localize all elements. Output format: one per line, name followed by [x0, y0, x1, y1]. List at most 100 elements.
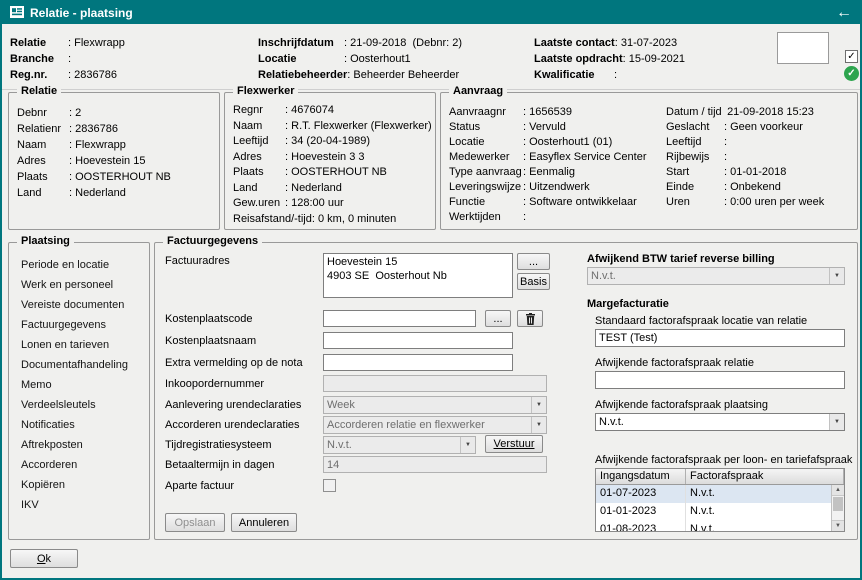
- aparte-factuur-checkbox[interactable]: [323, 479, 336, 492]
- sidebar-item[interactable]: Werk en personeel: [21, 275, 147, 295]
- chevron-down-icon: ▼: [531, 397, 546, 413]
- info-row: Datum / tijd21-09-2018 15:23: [666, 105, 856, 120]
- kostenplaatsnaam-label: Kostenplaatsnaam: [165, 335, 256, 347]
- factuuradres-more-button[interactable]: ...: [517, 253, 550, 270]
- sidebar-item[interactable]: IKV: [21, 495, 147, 515]
- info-row: FunctieSoftware ontwikkelaar: [449, 195, 664, 210]
- info-row: Uren0:00 uren per week: [666, 195, 856, 210]
- header-summary: RelatieFlexwrappBrancheReg.nr.2836786 In…: [2, 24, 860, 90]
- relatie-groupbox: Relatie Debnr2Relatienr2836786NaamFlexwr…: [8, 92, 220, 230]
- accorderen-label: Accorderen urendeclaraties: [165, 419, 300, 431]
- btw-select: N.v.t. ▼: [587, 267, 845, 285]
- info-row: AdresHoevestein 15: [17, 153, 215, 169]
- factuuradres-basis-button[interactable]: Basis: [517, 273, 550, 290]
- annuleren-button[interactable]: Annuleren: [231, 513, 297, 532]
- header-row: Reg.nr.2836786: [10, 67, 125, 83]
- sidebar-item[interactable]: Accorderen: [21, 455, 147, 475]
- margefacturatie-label: Margefacturatie: [587, 298, 669, 310]
- accorderen-select: Accorderen relatie en flexwerker ▼: [323, 416, 547, 434]
- factuurgegevens-group-title: Factuurgegevens: [163, 235, 262, 247]
- back-arrow-icon[interactable]: ←: [836, 5, 852, 21]
- aanvraag-groupbox: Aanvraag Aanvraagnr1656539StatusVervuldL…: [440, 92, 858, 230]
- sidebar-item[interactable]: Periode en locatie: [21, 255, 147, 275]
- header-row: LocatieOosterhout1: [258, 51, 462, 67]
- info-row: PlaatsOOSTERHOUT NB: [233, 165, 431, 181]
- kostenplaatsnaam-input[interactable]: [323, 332, 513, 349]
- aanvraag-left-rows: Aanvraagnr1656539StatusVervuldLocatieOos…: [449, 105, 664, 225]
- kostenplaatscode-input[interactable]: [323, 310, 476, 327]
- kostenplaatscode-more-button[interactable]: ...: [485, 310, 511, 327]
- header-row: RelatieFlexwrapp: [10, 35, 125, 51]
- tijdregistratie-select: N.v.t. ▼: [323, 436, 476, 454]
- verstuur-button[interactable]: Verstuur: [485, 435, 543, 453]
- info-row: Leeftijd: [666, 135, 856, 150]
- tarief-afspraak-label: Afwijkende factorafspraak per loon- en t…: [595, 454, 852, 466]
- sidebar-item[interactable]: Aftrekposten: [21, 435, 147, 455]
- flexwerker-groupbox: Flexwerker Regnr4676074NaamR.T. Flexwerk…: [224, 92, 436, 230]
- app-icon: [10, 5, 24, 22]
- header-checkbox[interactable]: ✓: [845, 50, 858, 63]
- info-row: Rijbewijs: [666, 150, 856, 165]
- photo-box: [777, 32, 829, 64]
- tijdregistratie-label: Tijdregistratiesysteem: [165, 439, 272, 451]
- info-row: Type aanvraagEenmalig: [449, 165, 664, 180]
- afwijkende-relatie-input[interactable]: [595, 371, 845, 389]
- aanlevering-label: Aanlevering urendeclaraties: [165, 399, 301, 411]
- table-row[interactable]: 01-08-2023N.v.t.: [596, 521, 844, 532]
- relatie-group-title: Relatie: [17, 85, 61, 97]
- info-row: Aanvraagnr1656539: [449, 105, 664, 120]
- sidebar-item[interactable]: Vereiste documenten: [21, 295, 147, 315]
- info-row: LandNederland: [17, 185, 215, 201]
- plaatsing-group-title: Plaatsing: [17, 235, 74, 247]
- table-header: Ingangsdatum Factorafspraak: [596, 469, 844, 485]
- relatie-plaatsing-window: Relatie - plaatsing ← RelatieFlexwrappBr…: [0, 0, 862, 580]
- plaatsing-menu: Periode en locatieWerk en personeelVerei…: [21, 255, 147, 515]
- standaard-factorafspraak-input[interactable]: [595, 329, 845, 347]
- info-row: EindeOnbekend: [666, 180, 856, 195]
- btw-label: Afwijkend BTW tarief reverse billing: [587, 253, 775, 265]
- table-row[interactable]: 01-07-2023N.v.t.: [596, 485, 844, 503]
- scroll-down-icon[interactable]: ▼: [832, 520, 844, 531]
- standaard-factorafspraak-label: Standaard factorafspraak locatie van rel…: [595, 315, 807, 327]
- delete-kostenplaats-button[interactable]: [517, 310, 543, 327]
- scroll-up-icon[interactable]: ▲: [832, 485, 844, 496]
- header-row: Laatste contact31-07-2023: [534, 35, 685, 51]
- betaaltermijn-label: Betaaltermijn in dagen: [165, 459, 274, 471]
- sidebar-item[interactable]: Memo: [21, 375, 147, 395]
- scrollbar-thumb[interactable]: [833, 497, 843, 511]
- relatie-rows: Debnr2Relatienr2836786NaamFlexwrappAdres…: [17, 105, 215, 201]
- sidebar-item[interactable]: Notificaties: [21, 415, 147, 435]
- table-row[interactable]: 01-01-2023N.v.t.: [596, 503, 844, 521]
- extra-vermelding-label: Extra vermelding op de nota: [165, 357, 303, 369]
- sidebar-item[interactable]: Lonen en tarieven: [21, 335, 147, 355]
- info-row: Werktijden: [449, 210, 664, 225]
- ok-button[interactable]: Ok: [10, 549, 78, 568]
- sidebar-item[interactable]: Verdeelsleutels: [21, 395, 147, 415]
- chevron-down-icon: ▼: [829, 414, 844, 430]
- info-row: StatusVervuld: [449, 120, 664, 135]
- sidebar-item[interactable]: Factuurgegevens: [21, 315, 147, 335]
- table-scrollbar[interactable]: ▲ ▼: [831, 485, 844, 531]
- sidebar-item[interactable]: Kopiëren: [21, 475, 147, 495]
- flexwerker-rows: Regnr4676074NaamR.T. Flexwerker (Flexwer…: [233, 103, 431, 227]
- aparte-factuur-label: Aparte factuur: [165, 480, 234, 492]
- info-row: AdresHoevestein 3 3: [233, 150, 431, 166]
- info-row: NaamR.T. Flexwerker (Flexwerker): [233, 119, 431, 135]
- window-title: Relatie - plaatsing: [30, 6, 830, 20]
- column-header-ingangsdatum: Ingangsdatum: [596, 469, 686, 484]
- info-row: MedewerkerEasyflex Service Center: [449, 150, 664, 165]
- info-row: Gew.uren128:00 uur: [233, 196, 431, 212]
- factuuradres-label: Factuuradres: [165, 255, 230, 267]
- aanvraag-group-title: Aanvraag: [449, 85, 507, 97]
- extra-vermelding-input[interactable]: [323, 354, 513, 371]
- info-row: Reisafstand/-tijd0 km, 0 minuten: [233, 212, 431, 228]
- info-row: Relatienr2836786: [17, 121, 215, 137]
- afwijkende-plaatsing-select[interactable]: N.v.t. ▼: [595, 413, 845, 431]
- sidebar-item[interactable]: Documentafhandeling: [21, 355, 147, 375]
- flexwerker-group-title: Flexwerker: [233, 85, 298, 97]
- opslaan-button: Opslaan: [165, 513, 225, 532]
- kostenplaatscode-label: Kostenplaatscode: [165, 313, 252, 325]
- aanvraag-right-rows: Datum / tijd21-09-2018 15:23GeslachtGeen…: [666, 105, 856, 210]
- info-row: LocatieOosterhout1 (01): [449, 135, 664, 150]
- header-row: Inschrijfdatum21-09-2018 (Debnr: 2): [258, 35, 462, 51]
